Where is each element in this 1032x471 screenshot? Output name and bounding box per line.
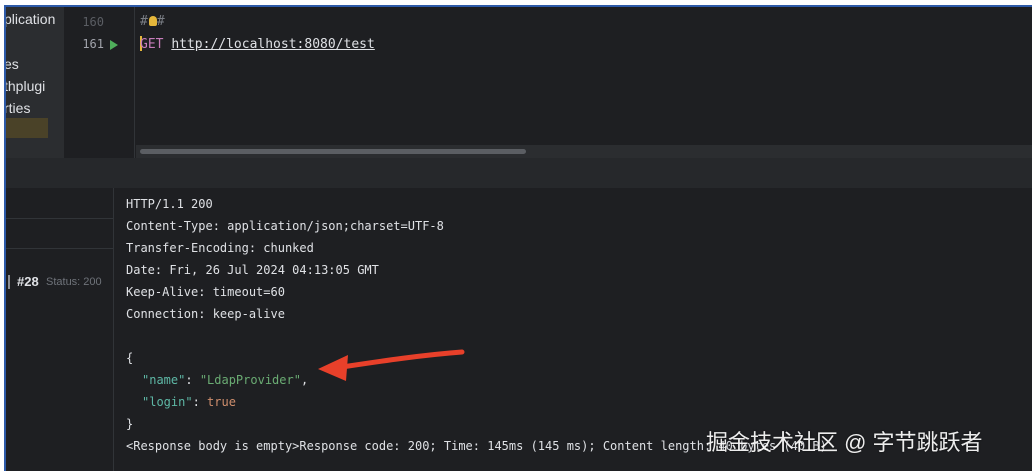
json-open-brace: { xyxy=(126,351,134,365)
response-header: Date: Fri, 26 Jul 2024 04:13:05 GMT xyxy=(126,263,379,277)
request-history-id[interactable]: #28 xyxy=(17,274,39,289)
services-panel: #28 Status: 200 xyxy=(4,188,114,471)
http-method: GET xyxy=(140,37,164,52)
run-request-icon[interactable] xyxy=(110,40,118,50)
code-line[interactable]: GET http://localhost:8080/test xyxy=(140,36,375,52)
project-tree-selected-item[interactable] xyxy=(4,118,48,138)
json-key: "login" xyxy=(142,395,193,409)
ide-window: plication es thplugi rties 160 161 # # GE… xyxy=(4,5,1032,471)
json-line-name: "name": "LdapProvider", xyxy=(142,373,309,387)
row-divider xyxy=(4,218,114,219)
code-line[interactable]: # # xyxy=(140,14,165,29)
watermark: 掘金技术社区 @ 字节跳跃者 xyxy=(706,430,983,455)
json-close-brace: } xyxy=(126,417,134,431)
gutter-divider xyxy=(134,5,135,158)
panel-splitter[interactable] xyxy=(4,158,1032,188)
selection-marker xyxy=(8,275,10,289)
response-header: Keep-Alive: timeout=60 xyxy=(126,285,285,299)
project-tree-item[interactable]: thplugi xyxy=(4,78,45,94)
editor-gutter: 160 161 xyxy=(64,5,134,158)
request-status: Status: 200 xyxy=(46,276,102,288)
annotation-arrow-icon xyxy=(318,349,465,381)
row-divider xyxy=(4,248,114,249)
line-number: 160 xyxy=(82,15,104,29)
http-request-editor[interactable]: 160 161 # # GET http://localhost:8080/tes… xyxy=(64,5,1032,158)
project-tree-item[interactable]: rties xyxy=(4,100,30,116)
response-header: Connection: keep-alive xyxy=(126,307,285,321)
project-tree-item[interactable]: plication xyxy=(4,11,55,27)
json-string-value: "LdapProvider" xyxy=(199,373,301,387)
window-border-left xyxy=(4,5,6,471)
status-line: HTTP/1.1 200 xyxy=(126,197,213,211)
comment-hash: # xyxy=(140,14,148,29)
response-header: Transfer-Encoding: chunked xyxy=(126,241,314,255)
json-bool-value: true xyxy=(207,395,236,409)
project-tree-panel: plication es thplugi rties xyxy=(4,5,64,158)
window-border-top xyxy=(4,5,1032,7)
project-tree-item[interactable]: es xyxy=(4,56,19,72)
request-url[interactable]: http://localhost:8080/test xyxy=(171,37,375,52)
json-line-login: "login": true xyxy=(142,395,236,409)
response-header: Content-Type: application/json;charset=U… xyxy=(126,219,444,233)
horizontal-scrollbar[interactable] xyxy=(136,145,1032,158)
json-key: "name" xyxy=(142,373,186,387)
lightbulb-icon[interactable] xyxy=(148,16,157,26)
scrollbar-thumb[interactable] xyxy=(140,149,526,154)
line-number: 161 xyxy=(82,37,104,51)
